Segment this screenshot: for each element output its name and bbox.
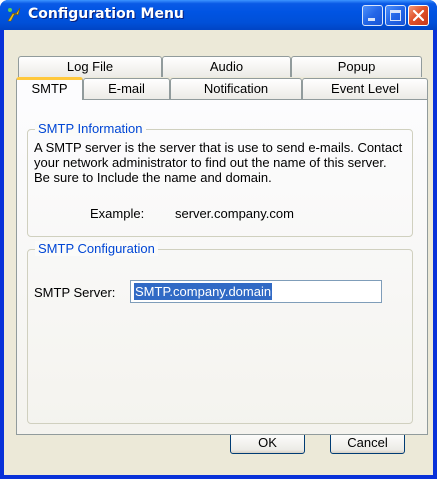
tab-event-level[interactable]: Event Level [302, 78, 428, 99]
example-label: Example: [90, 206, 145, 221]
configuration-window: Configuration Menu Log File Audio Popup … [0, 0, 437, 479]
maximize-button[interactable] [385, 5, 406, 26]
tab-smtp[interactable]: SMTP [16, 77, 83, 100]
close-icon [412, 9, 425, 22]
tab-email[interactable]: E-mail [83, 78, 170, 99]
example-value: server.company.com [175, 206, 294, 221]
smtp-server-value: SMTP.company.domain [134, 283, 273, 300]
close-button[interactable] [408, 5, 429, 26]
maximize-icon [390, 10, 401, 21]
smtp-information-title: SMTP Information [35, 121, 146, 136]
smtp-configuration-title: SMTP Configuration [35, 241, 158, 256]
smtp-configuration-group: SMTP Configuration SMTP Server: SMTP.com… [27, 241, 413, 424]
title-bar[interactable]: Configuration Menu [0, 0, 437, 30]
tab-panel-smtp: SMTP Information A SMTP server is the se… [16, 99, 428, 435]
tab-popup[interactable]: Popup [291, 56, 422, 77]
smtp-server-label: SMTP Server: [34, 285, 116, 300]
smtp-server-input[interactable]: SMTP.company.domain [130, 280, 382, 303]
dialog-client-area: Log File Audio Popup SMTP E-mail Notific… [4, 30, 433, 475]
tab-notification[interactable]: Notification [170, 78, 302, 99]
tab-audio[interactable]: Audio [162, 56, 291, 77]
tab-log-file[interactable]: Log File [18, 56, 162, 77]
window-title: Configuration Menu [28, 6, 184, 22]
smtp-information-description: A SMTP server is the server that is use … [34, 140, 403, 185]
app-icon [7, 7, 21, 22]
minimize-icon [368, 18, 375, 21]
smtp-information-group: SMTP Information A SMTP server is the se… [27, 121, 413, 237]
minimize-button[interactable] [362, 5, 383, 26]
